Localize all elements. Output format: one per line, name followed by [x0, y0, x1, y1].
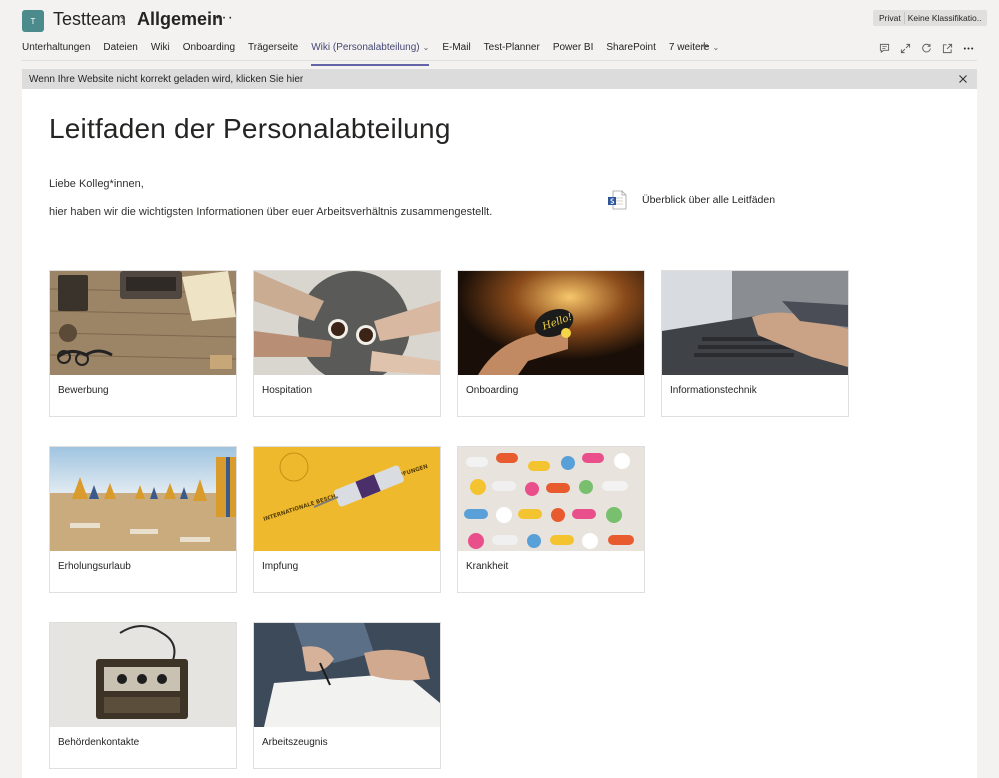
card-label: Erholungsurlaub [58, 561, 131, 572]
tab-email[interactable]: E-Mail [442, 42, 470, 60]
card-behoerdenkontakte[interactable]: Behördenkontakte [49, 622, 237, 769]
card-krankheit[interactable]: Krankheit [457, 446, 645, 593]
card-label: Krankheit [466, 561, 509, 572]
reload-icon[interactable] [916, 41, 937, 55]
card-label: Impfung [262, 561, 299, 572]
card-image-onboarding: Hello! [458, 271, 644, 375]
channel-name: Allgemein [137, 9, 224, 29]
tab-actions [874, 41, 979, 55]
overview-document-label[interactable]: Überblick über alle Leitfäden [642, 194, 775, 206]
greeting-text: Liebe Kolleg*innen, [49, 178, 144, 190]
card-image-behoerdenkontakte [50, 623, 236, 727]
tab-unterhaltungen[interactable]: Unterhaltungen [22, 42, 90, 60]
privacy-label: Privat [879, 13, 901, 23]
team-name[interactable]: Testteam [53, 9, 126, 30]
card-image-krankheit [458, 447, 644, 551]
card-label: Onboarding [466, 385, 519, 396]
tab-sharepoint[interactable]: SharePoint [606, 42, 655, 60]
card-informationstechnik[interactable]: Informationstechnik [661, 270, 849, 417]
channel-more-button[interactable]: ··· [215, 9, 234, 27]
more-options-icon[interactable] [958, 41, 979, 55]
chevron-down-icon[interactable]: ⌄ [423, 43, 430, 52]
tab-power-bi[interactable]: Power BI [553, 42, 594, 60]
tab-divider [22, 60, 977, 61]
card-arbeitszeugnis[interactable]: Arbeitszeugnis [253, 622, 441, 769]
card-image-arbeitszeugnis [254, 623, 440, 727]
card-label: Behördenkontakte [58, 737, 140, 748]
card-image-informationstechnik [662, 271, 848, 375]
open-external-icon[interactable] [937, 41, 958, 55]
channel-tabs: Unterhaltungen Dateien Wiki Onboarding T… [22, 42, 732, 66]
tab-wiki[interactable]: Wiki [151, 42, 170, 60]
card-image-erholungsurlaub [50, 447, 236, 551]
card-impfung[interactable]: INTERNATIONALE BESCHEINIGUNGEN ÜBER IMPF… [253, 446, 441, 593]
reload-banner-text[interactable]: Wenn Ihre Website nicht korrekt geladen … [22, 74, 303, 85]
card-label: Arbeitszeugnis [262, 737, 328, 748]
add-tab-icon[interactable]: + [700, 38, 709, 55]
card-erholungsurlaub[interactable]: Erholungsurlaub [49, 446, 237, 593]
card-hospitation[interactable]: Hospitation [253, 270, 441, 417]
conversation-icon[interactable] [874, 41, 895, 55]
expand-icon[interactable] [895, 41, 916, 55]
card-label: Bewerbung [58, 385, 109, 396]
team-avatar[interactable]: T [22, 10, 44, 32]
reload-banner[interactable]: Wenn Ihre Website nicht korrekt geladen … [22, 69, 977, 89]
page-title: Leitfaden der Personalabteilung [49, 113, 451, 144]
chevron-down-icon: ⌄ [712, 43, 720, 52]
card-image-hospitation [254, 271, 440, 375]
team-classification-badge: Privat Keine Klassifikatio.. [873, 10, 988, 26]
wiki-content: Leitfaden der Personalabteilung Liebe Ko… [22, 89, 977, 778]
breadcrumb-chevron-icon: › [120, 11, 126, 28]
tab-dateien[interactable]: Dateien [103, 42, 137, 60]
app-header: T Testteam › Allgemein ··· Privat Keine … [0, 0, 999, 66]
card-label: Hospitation [262, 385, 313, 396]
classification-label: Keine Klassifikatio.. [907, 13, 982, 23]
tab-wiki-personalabteilung-label: Wiki (Personalabteilung) [311, 42, 420, 53]
close-icon[interactable] [957, 73, 969, 85]
tab-more[interactable]: 7 weitere ⌄ [669, 42, 719, 60]
overview-document-link[interactable]: Überblick über alle Leitfäden [607, 190, 775, 210]
tab-traegerseite[interactable]: Trägerseite [248, 42, 298, 60]
tab-wiki-personalabteilung[interactable]: Wiki (Personalabteilung) ⌄ [311, 42, 430, 66]
intro-text: hier haben wir die wichtigsten Informati… [49, 206, 493, 218]
card-label: Informationstechnik [670, 385, 757, 396]
card-bewerbung[interactable]: Bewerbung [49, 270, 237, 417]
tab-onboarding[interactable]: Onboarding [183, 42, 235, 60]
card-onboarding[interactable]: Hello! Onboarding [457, 270, 645, 417]
card-image-impfung: INTERNATIONALE BESCHEINIGUNGEN ÜBER IMPF… [254, 447, 440, 551]
sway-document-icon [608, 190, 627, 210]
tab-test-planner[interactable]: Test-Planner [484, 42, 540, 60]
card-image-bewerbung [50, 271, 236, 375]
